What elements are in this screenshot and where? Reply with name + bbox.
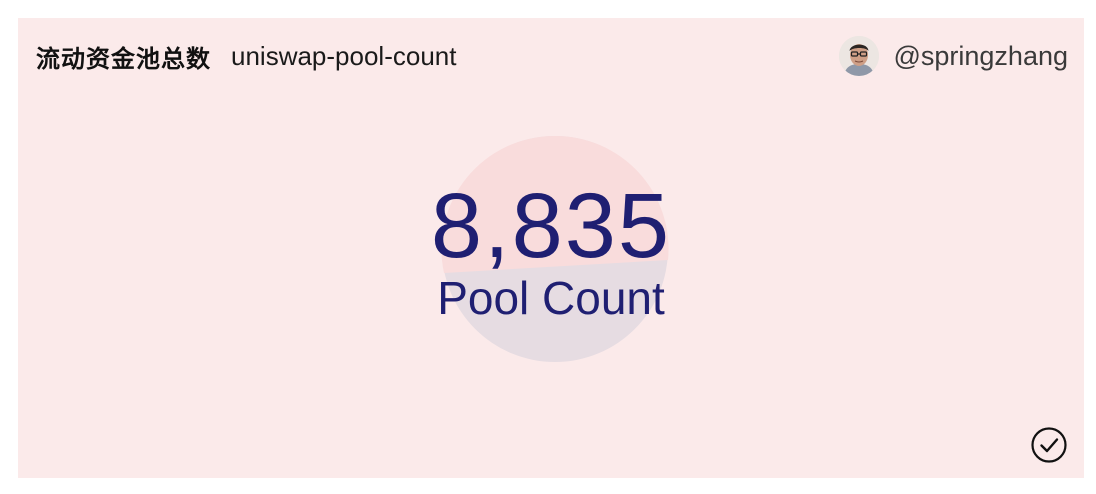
query-slug[interactable]: uniswap-pool-count (231, 41, 456, 72)
user-avatar-icon (839, 36, 880, 76)
author-name[interactable]: @springzhang (893, 41, 1068, 72)
avatar[interactable] (839, 36, 880, 76)
counter-value: 8,835 (430, 175, 672, 277)
query-card: 流动资金池总数 uniswap-pool-count @springzhang (18, 18, 1084, 478)
query-title[interactable]: 流动资金池总数 (36, 39, 211, 74)
counter-label: Pool Count (437, 272, 665, 324)
author-link[interactable]: @springzhang (839, 36, 1068, 76)
check-circle-icon[interactable] (1030, 426, 1068, 464)
card-header: 流动资金池总数 uniswap-pool-count @springzhang (36, 36, 1068, 76)
